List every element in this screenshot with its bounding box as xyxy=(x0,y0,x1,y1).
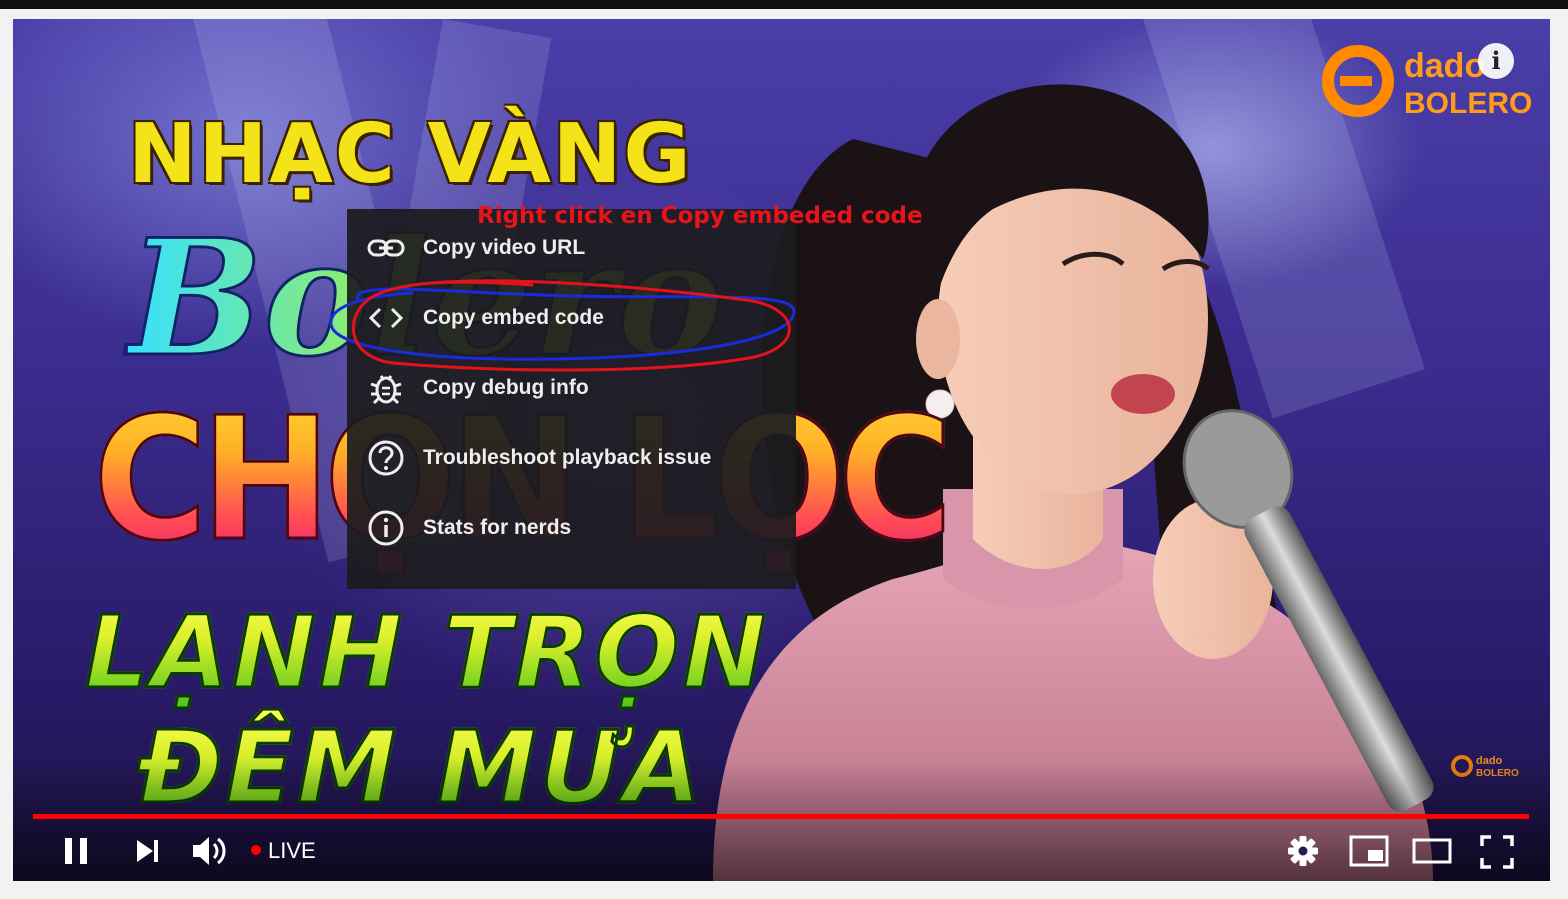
menu-item-stats-for-nerds[interactable]: Stats for nerds xyxy=(347,493,796,563)
menu-item-label: Stats for nerds xyxy=(423,516,572,539)
progress-bar[interactable] xyxy=(33,814,1529,819)
menu-item-label: Copy embed code xyxy=(423,306,604,329)
watermark-sub: BOLERO xyxy=(1404,87,1532,120)
menu-item-copy-embed-code[interactable]: Copy embed code xyxy=(347,283,796,353)
menu-item-label: Troubleshoot playback issue xyxy=(423,446,712,469)
context-menu: Copy video URL Copy embed code Copy debu… xyxy=(347,209,796,589)
menu-item-troubleshoot[interactable]: Troubleshoot playback issue xyxy=(347,423,796,493)
link-icon xyxy=(367,239,405,257)
next-icon[interactable] xyxy=(131,834,165,868)
info-circle-icon xyxy=(368,510,404,546)
video-player[interactable]: NHẠC VÀNG Bolero CHỌN LỌC LẠNH TRỌN ĐÊM … xyxy=(13,19,1550,881)
thumbnail-title-line: LẠNH TRỌN xyxy=(83,593,770,713)
menu-item-label: Copy debug info xyxy=(423,376,589,399)
question-circle-icon xyxy=(368,440,404,476)
pause-icon[interactable] xyxy=(59,834,93,868)
top-bar xyxy=(0,0,1568,9)
progress-fill xyxy=(33,814,1529,819)
thumbnail-title-line: NHẠC VÀNG xyxy=(128,107,693,202)
live-label: LIVE xyxy=(268,838,316,863)
miniplayer-icon[interactable] xyxy=(1348,833,1390,869)
annotation-text: Right click en Copy embeded code xyxy=(477,203,923,229)
watermark-brand: dado xyxy=(1404,47,1485,85)
volume-icon[interactable] xyxy=(189,832,229,870)
info-icon[interactable]: i xyxy=(1478,43,1514,79)
settings-gear-icon[interactable] xyxy=(1286,834,1320,868)
live-dot xyxy=(251,845,261,855)
theater-mode-icon[interactable] xyxy=(1411,833,1453,869)
code-brackets-icon xyxy=(368,307,404,329)
bug-icon xyxy=(370,375,402,405)
menu-item-copy-debug-info[interactable]: Copy debug info xyxy=(347,353,796,423)
fullscreen-icon[interactable] xyxy=(1478,833,1516,871)
